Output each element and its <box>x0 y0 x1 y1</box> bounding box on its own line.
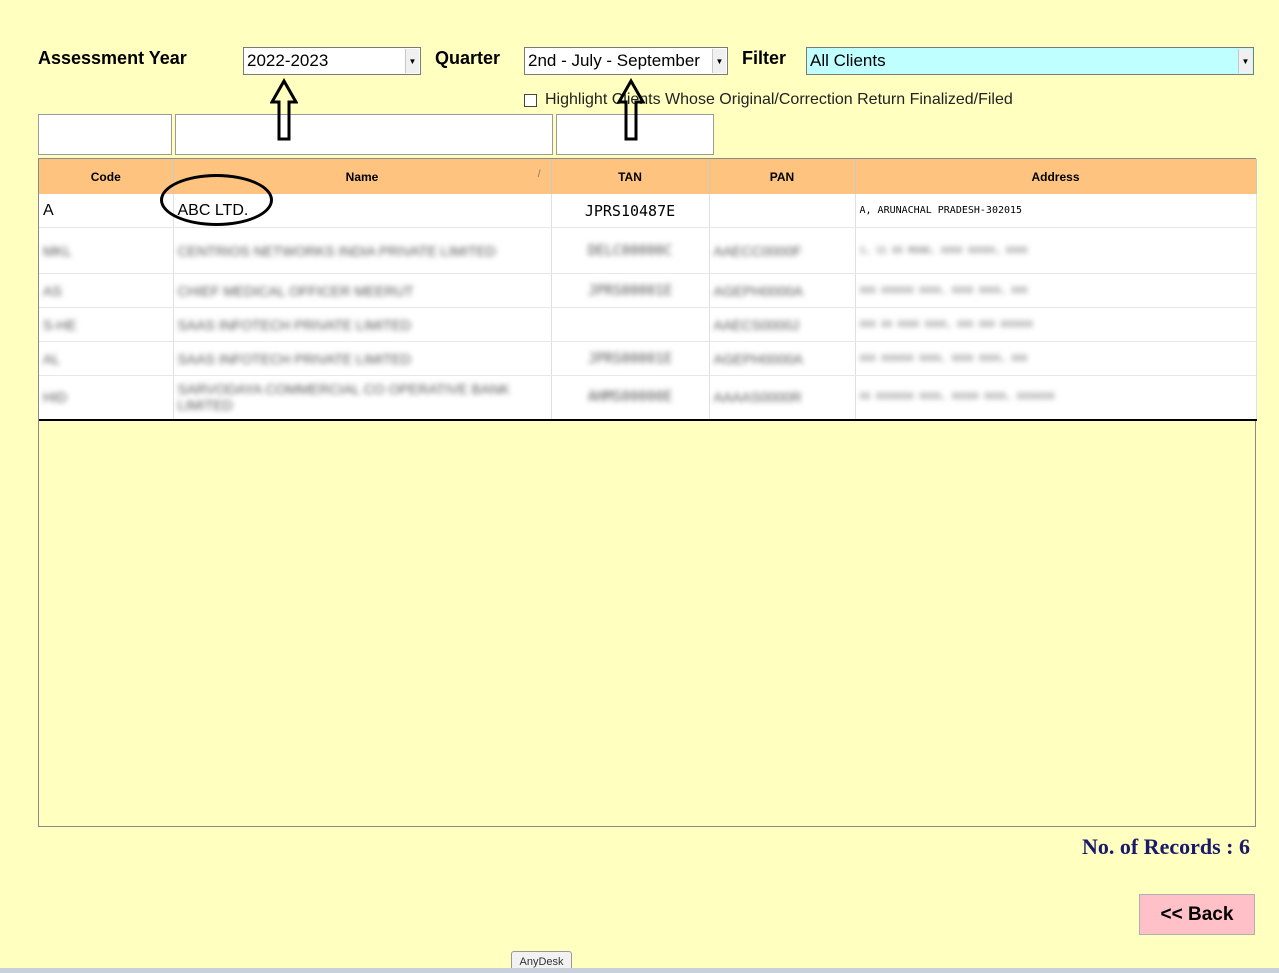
highlight-checkbox[interactable] <box>524 93 537 107</box>
table-row[interactable]: S-HE SAAS INFOTECH PRIVATE LIMITED AAECS… <box>39 307 1257 342</box>
cell-code: AS <box>39 273 174 308</box>
table-row[interactable]: AS CHIEF MEDICAL OFFICER MEERUT JPRS0000… <box>39 273 1257 308</box>
cell-code: HID <box>39 375 174 420</box>
quarter-value: 2nd - July - September <box>528 51 700 70</box>
cell-name: CHIEF MEDICAL OFFICER MEERUT <box>173 273 552 308</box>
quarter-label: Quarter <box>435 48 501 68</box>
cell-code: AL <box>39 341 174 376</box>
cell-code: A <box>39 194 174 228</box>
cell-name: SAAS INFOTECH PRIVATE LIMITED <box>173 307 552 342</box>
cell-tan: DELC00000C <box>551 227 710 274</box>
cell-pan: AGEPH0000A <box>709 273 856 308</box>
filter-label: Filter <box>742 48 787 68</box>
chevron-down-icon[interactable]: ▼ <box>712 49 726 73</box>
code-search-input[interactable] <box>38 114 172 155</box>
records-count: No. of Records : 6 <box>1081 834 1250 859</box>
column-header-address[interactable]: Address <box>855 159 1257 194</box>
highlight-checkbox-label: Highlight Clients Whose Original/Correct… <box>545 91 1013 108</box>
cell-tan: JPRS00001E <box>551 341 710 376</box>
cell-tan: JPRS10487E <box>551 194 710 228</box>
back-button-label: << Back <box>1160 903 1234 925</box>
highlight-checkbox-row[interactable]: Highlight Clients Whose Original/Correct… <box>524 91 1013 109</box>
cell-name: SARVODAYA COMMERCIAL CO OPERATIVE BANK L… <box>173 375 552 420</box>
cell-address: XX XXXXXXX XXXX, XXXXX XXXX, XXXXXXX <box>855 375 1257 420</box>
column-header-tan[interactable]: TAN <box>551 159 710 194</box>
cell-code: MKL <box>39 227 174 274</box>
name-search-input[interactable] <box>175 114 553 155</box>
filter-value: All Clients <box>810 51 886 70</box>
cell-address: XXX XXXXXX XXXX, XXXX XXXX, XXX <box>855 273 1257 308</box>
cell-address: XXX XX XXXX XXXX, XXX XXX XXXXXX <box>855 307 1257 342</box>
cell-pan: AAAAS0000R <box>709 375 856 420</box>
chevron-down-icon[interactable]: ▼ <box>1238 49 1252 73</box>
cell-name: CENTRIOS NETWORKS INDIA PRIVATE LIMITED <box>173 227 552 274</box>
table-row[interactable]: HID SARVODAYA COMMERCIAL CO OPERATIVE BA… <box>39 375 1257 420</box>
assessment-year-label: Assessment Year <box>38 48 187 68</box>
cell-address: 1, 11 XX ROAD, XXXX XXXXX, XXXX <box>855 227 1257 274</box>
cell-tan: AHMS00000E <box>551 375 710 420</box>
cell-address: XXX XXXXXX XXXX, XXXX XXXX, XXX <box>855 341 1257 376</box>
table-row[interactable]: AL SAAS INFOTECH PRIVATE LIMITED JPRS000… <box>39 341 1257 376</box>
cell-tan: JPRS00001E <box>551 273 710 308</box>
assessment-year-select[interactable]: 2022-2023 ▼ <box>243 47 421 75</box>
table-row[interactable]: MKL CENTRIOS NETWORKS INDIA PRIVATE LIMI… <box>39 227 1257 274</box>
filter-select[interactable]: All Clients ▼ <box>806 47 1254 75</box>
quarter-select[interactable]: 2nd - July - September ▼ <box>524 47 728 75</box>
cell-address: A, ARUNACHAL PRADESH-302015 <box>855 194 1257 228</box>
back-button[interactable]: << Back <box>1139 894 1255 935</box>
cell-pan: AAECS0000J <box>709 307 856 342</box>
taskbar <box>0 968 1279 973</box>
column-header-pan[interactable]: PAN <box>709 159 856 194</box>
cell-code: S-HE <box>39 307 174 342</box>
cell-pan: AGEPH0000A <box>709 341 856 376</box>
up-arrow-annotation-icon <box>270 78 298 141</box>
circle-annotation <box>160 174 273 226</box>
clients-grid[interactable]: Code Name TAN PAN Address A ABC LTD. JPR… <box>38 158 1257 827</box>
cell-tan <box>551 307 710 342</box>
cell-pan <box>709 194 856 228</box>
column-header-code[interactable]: Code <box>39 159 174 194</box>
assessment-year-value: 2022-2023 <box>247 51 329 70</box>
cell-pan: AAECC0000F <box>709 227 856 274</box>
up-arrow-annotation-icon <box>617 78 645 141</box>
chevron-down-icon[interactable]: ▼ <box>405 49 419 73</box>
cell-name: SAAS INFOTECH PRIVATE LIMITED <box>173 341 552 376</box>
